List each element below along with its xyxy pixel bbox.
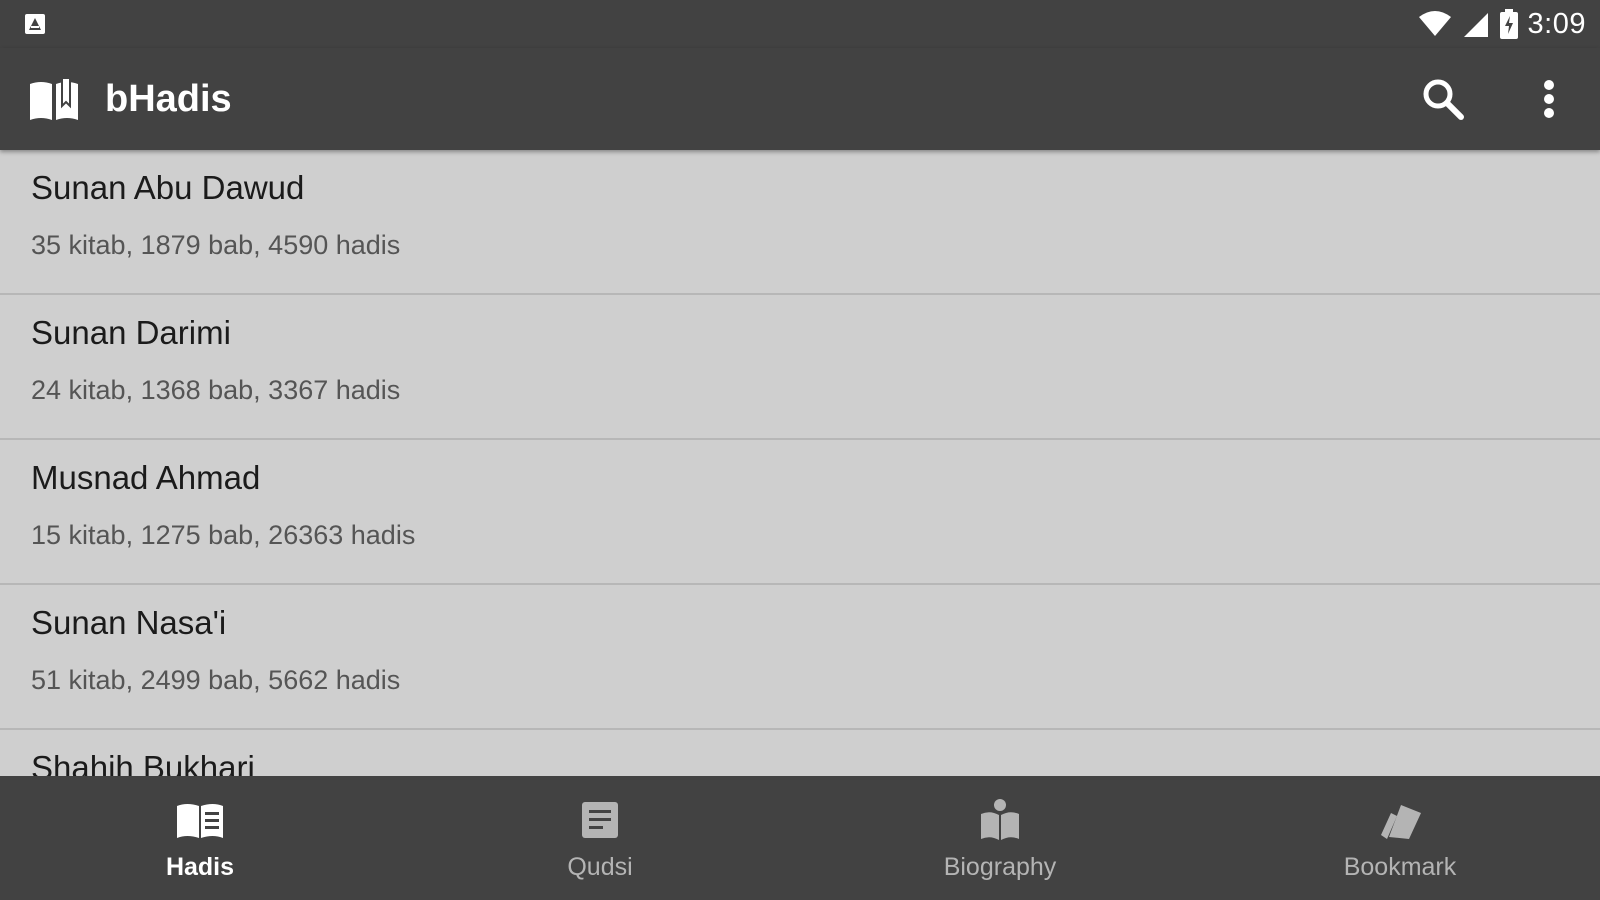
- tab-hadis[interactable]: Hadis: [0, 776, 400, 900]
- book-meta: 15 kitab, 1275 bab, 26363 hadis: [31, 520, 416, 550]
- tab-label: Hadis: [165, 853, 235, 881]
- tab-label: Biography: [943, 853, 1057, 881]
- bottom-navigation: Hadis Qudsi Biography Bookmark: [0, 776, 1600, 900]
- book-title: Musnad Ahmad: [31, 459, 261, 496]
- document-icon: [574, 798, 626, 842]
- list-item[interactable]: Musnad Ahmad 15 kitab, 1275 bab, 26363 h…: [0, 440, 1600, 585]
- screen: 3:09 bHadis Sunan Abu Dawud 35 kitab, 18…: [0, 0, 1600, 900]
- list-item[interactable]: Shahih Bukhari: [0, 730, 1600, 776]
- cell-signal-icon: [1463, 13, 1488, 37]
- book-meta: 24 kitab, 1368 bab, 3367 hadis: [31, 375, 401, 405]
- app-bar: bHadis: [0, 48, 1600, 150]
- status-bar: 3:09: [0, 0, 1600, 48]
- book-title: Shahih Bukhari: [31, 749, 255, 776]
- more-options-button[interactable]: [1522, 72, 1576, 126]
- battery-icon: [1499, 9, 1518, 39]
- list-item[interactable]: Sunan Abu Dawud 35 kitab, 1879 bab, 4590…: [0, 150, 1600, 295]
- more-vert-icon: [1544, 80, 1554, 118]
- list-item[interactable]: Sunan Nasa'i 51 kitab, 2499 bab, 5662 ha…: [0, 585, 1600, 730]
- list-item[interactable]: Sunan Darimi 24 kitab, 1368 bab, 3367 ha…: [0, 295, 1600, 440]
- book-meta: 51 kitab, 2499 bab, 5662 hadis: [31, 665, 401, 695]
- status-clock: 3:09: [1527, 7, 1586, 40]
- status-icons: 3:09: [1418, 8, 1586, 40]
- book-list[interactable]: Sunan Abu Dawud 35 kitab, 1879 bab, 4590…: [0, 150, 1600, 776]
- reader-icon: [974, 798, 1026, 842]
- wifi-icon: [1418, 11, 1451, 36]
- book-meta: 35 kitab, 1879 bab, 4590 hadis: [31, 230, 401, 260]
- book-icon: [174, 798, 226, 842]
- search-icon: [1423, 79, 1464, 120]
- tab-label: Qudsi: [567, 853, 633, 881]
- book-title: Sunan Nasa'i: [31, 604, 227, 641]
- bookmark-stack-icon: [1374, 798, 1426, 842]
- book-title: Sunan Abu Dawud: [31, 169, 305, 206]
- tab-bookmark[interactable]: Bookmark: [1200, 776, 1600, 900]
- tab-qudsi[interactable]: Qudsi: [400, 776, 800, 900]
- tab-label: Bookmark: [1343, 853, 1457, 881]
- book-title: Sunan Darimi: [31, 314, 231, 351]
- tab-biography[interactable]: Biography: [800, 776, 1200, 900]
- open-book-icon: [30, 77, 78, 120]
- app-title: bHadis: [105, 78, 232, 120]
- search-button[interactable]: [1416, 72, 1470, 126]
- notification-icon: [25, 14, 45, 34]
